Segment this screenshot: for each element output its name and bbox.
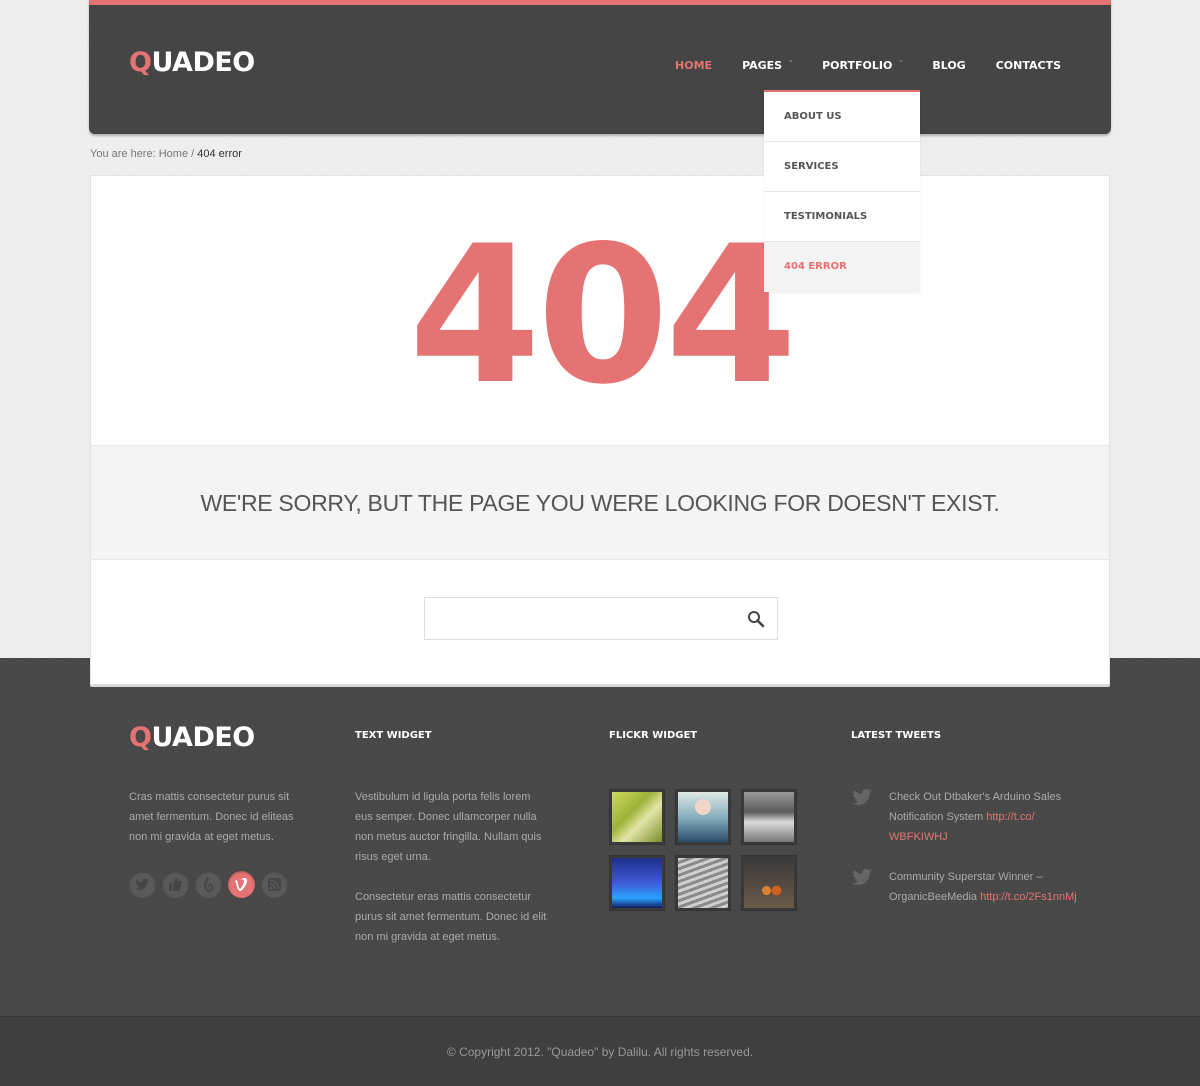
latest-tweets-title: LATEST TWEETS bbox=[851, 730, 942, 741]
breadcrumb-prefix: You are here: bbox=[90, 148, 156, 160]
nav-contacts[interactable]: CONTACTS bbox=[996, 59, 1061, 72]
search-icon[interactable] bbox=[747, 610, 765, 628]
content-card: 404 WE'RE SORRY, BUT THE PAGE YOU WERE L… bbox=[90, 175, 1110, 685]
nav-portfolio[interactable]: PORTFOLIO ⌄ bbox=[822, 55, 904, 72]
tweet-link[interactable]: http://t.co/2Fs1nnMj bbox=[980, 891, 1077, 903]
site-logo[interactable]: QUADEO bbox=[129, 47, 255, 78]
twitter-bird-icon bbox=[852, 869, 872, 885]
search-input[interactable] bbox=[424, 597, 778, 640]
chevron-down-icon: ⌄ bbox=[787, 55, 795, 64]
flickr-thumb[interactable] bbox=[609, 789, 665, 845]
dribbble-icon[interactable] bbox=[195, 871, 222, 898]
logo-text: UADEO bbox=[151, 47, 255, 78]
flickr-widget-title: FLICKR WIDGET bbox=[609, 730, 698, 741]
social-links bbox=[129, 871, 294, 898]
nav-blog[interactable]: BLOG bbox=[932, 59, 965, 72]
flickr-grid bbox=[609, 789, 797, 911]
message-band: WE'RE SORRY, BUT THE PAGE YOU WERE LOOKI… bbox=[91, 445, 1109, 560]
dropdown-item-404-error[interactable]: 404 ERROR bbox=[764, 242, 920, 292]
text-widget-para-1: Vestibulum id ligula porta felis lorem e… bbox=[355, 791, 542, 863]
footer-logo-text: UADEO bbox=[151, 722, 255, 753]
nav-pages[interactable]: PAGES ⌄ bbox=[742, 55, 794, 72]
pages-dropdown: ABOUT US SERVICES TESTIMONIALS 404 ERROR bbox=[764, 90, 920, 292]
nav-pages-label: PAGES bbox=[742, 59, 783, 72]
twitter-icon[interactable] bbox=[129, 871, 156, 898]
text-widget-title: TEXT WIDGET bbox=[355, 730, 432, 741]
flickr-thumb[interactable] bbox=[741, 789, 797, 845]
error-message: WE'RE SORRY, BUT THE PAGE YOU WERE LOOKI… bbox=[200, 490, 1000, 516]
nav-portfolio-label: PORTFOLIO bbox=[822, 59, 893, 72]
logo-letter-q: Q bbox=[129, 47, 152, 78]
rss-icon[interactable] bbox=[261, 871, 288, 898]
flickr-thumb[interactable] bbox=[675, 789, 731, 845]
footer-logo[interactable]: QUADEO bbox=[129, 722, 255, 753]
flickr-thumb[interactable] bbox=[741, 855, 797, 911]
tweet-text: Check Out Dtbaker's Arduino Sales Notifi… bbox=[889, 791, 1062, 823]
site-header: QUADEO HOME PAGES ⌄ PORTFOLIO ⌄ BLOG CONTA… bbox=[89, 0, 1111, 134]
footer-about-text: Cras mattis consectetur purus sit amet f… bbox=[129, 791, 294, 843]
breadcrumb-current: 404 error bbox=[197, 148, 242, 160]
flickr-thumb[interactable] bbox=[675, 855, 731, 911]
dropdown-item-testimonials[interactable]: TESTIMONIALS bbox=[764, 192, 920, 242]
chevron-down-icon: ⌄ bbox=[897, 55, 905, 64]
like-icon[interactable] bbox=[162, 871, 189, 898]
error-code: 404 bbox=[408, 205, 798, 426]
dropdown-item-about-us[interactable]: ABOUT US bbox=[764, 92, 920, 142]
flickr-thumb[interactable] bbox=[609, 855, 665, 911]
tweet-item: Check Out Dtbaker's Arduino Sales Notifi… bbox=[851, 787, 1081, 847]
copyright-bar: © Copyright 2012. "Quadeo" by Dalilu. Al… bbox=[0, 1016, 1200, 1086]
nav-home[interactable]: HOME bbox=[675, 59, 712, 72]
main-nav: HOME PAGES ⌄ PORTFOLIO ⌄ BLOG CONTACTS bbox=[645, 55, 1061, 72]
dropdown-item-services[interactable]: SERVICES bbox=[764, 142, 920, 192]
breadcrumb-home-link[interactable]: Home bbox=[159, 148, 188, 160]
footer-logo-letter-q: Q bbox=[129, 722, 152, 753]
text-widget-para-2: Consectetur eras mattis consectetur puru… bbox=[355, 891, 547, 943]
breadcrumb-separator: / bbox=[191, 148, 195, 160]
vimeo-icon[interactable] bbox=[228, 871, 255, 898]
tweet-item: Community Superstar Winner – OrganicBeeM… bbox=[851, 867, 1081, 907]
twitter-bird-icon bbox=[852, 789, 872, 805]
copyright-text: © Copyright 2012. "Quadeo" by Dalilu. Al… bbox=[446, 1045, 754, 1059]
breadcrumb: You are here: Home / 404 error bbox=[90, 148, 242, 160]
